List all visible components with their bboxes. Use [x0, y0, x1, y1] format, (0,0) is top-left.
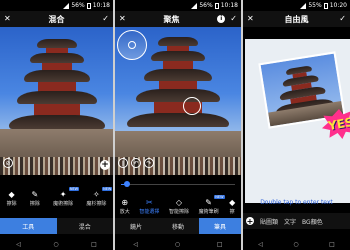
- home-icon[interactable]: ○: [293, 241, 298, 248]
- brush-size-slider[interactable]: [121, 181, 235, 187]
- confirm-check-icon[interactable]: ✓: [230, 15, 237, 23]
- title-bar: ✕ 聚焦 i ✓: [115, 11, 241, 27]
- zoom-preview: [117, 30, 147, 60]
- smart-erase-icon: ◇: [175, 197, 183, 207]
- tool-zoom[interactable]: ⊕ 放大: [120, 197, 130, 216]
- title-bar: ✕ 自由風 ✓: [243, 11, 350, 27]
- smart-select-icon: ✂: [146, 197, 153, 207]
- mix-screen: 56% 10:18 ✕ 混合 ✓ ⊘ + ◆ 擦除 ✎ 擦除 ✦ NEW 魔術擦…: [0, 0, 113, 250]
- new-badge: NEW: [68, 187, 80, 191]
- page-title: 自由風: [284, 14, 309, 24]
- bottom-toolbar: + 貼圖類 文字 BG顏色: [243, 213, 350, 229]
- close-icon[interactable]: ✕: [4, 15, 11, 23]
- tool-magic-brush[interactable]: ✧ NEW 魔杉擦除: [86, 187, 113, 207]
- battery-icon: [86, 2, 91, 9]
- magic-brush-icon: ✎: [205, 197, 212, 207]
- confirm-check-icon[interactable]: ✓: [102, 15, 109, 23]
- focus-screen: 56% 10:18 ✕ 聚焦 i ✓ ∥ ↶ ↷ ⊕ 放大 ✂ 智能選擇 ◇ 智…: [115, 0, 241, 250]
- clock: 10:18: [220, 2, 238, 9]
- tool-eraser[interactable]: ◆ 擦除: [7, 189, 17, 208]
- tab-move[interactable]: 移動: [157, 218, 199, 234]
- recent-apps-icon[interactable]: □: [217, 241, 223, 248]
- text-tool[interactable]: 文字: [284, 217, 296, 226]
- tool-row: ◆ 擦除 ✎ 擦除 ✦ NEW 魔術擦除 ✧ NEW 魔杉擦除: [0, 187, 113, 208]
- status-bar: 56% 10:18: [0, 0, 113, 11]
- freestyle-screen: 55% 10:20 ✕ 自由風 ✓ YES Double tap to ente…: [243, 0, 350, 250]
- page-title: 聚焦: [163, 14, 180, 24]
- add-icon[interactable]: +: [246, 217, 254, 226]
- tab-tools[interactable]: 工具: [0, 218, 57, 234]
- back-icon[interactable]: ◁: [16, 241, 21, 248]
- back-icon[interactable]: ◁: [258, 241, 263, 248]
- status-bar: 56% 10:18: [115, 0, 241, 11]
- tool-row: ⊕ 放大 ✂ 智能選擇 ◇ 智能擦除 ✎ NEW 魔術筆刷 ◆ 擦: [115, 195, 241, 216]
- new-badge: NEW: [214, 195, 225, 199]
- collage-canvas[interactable]: YES Double tap to enter text: [243, 27, 350, 207]
- tab-brush-tools[interactable]: 筆具: [199, 218, 241, 234]
- brush-icon: ✎: [31, 189, 39, 199]
- canvas-controls: ∥ ↶ ↷: [118, 158, 154, 168]
- signal-icon: [191, 2, 198, 9]
- tab-bar: 鏡片 移動 筆具: [115, 218, 241, 234]
- close-icon[interactable]: ✕: [119, 15, 126, 23]
- page-title: 混合: [48, 14, 65, 24]
- text-hint: Double tap to enter text: [260, 199, 333, 206]
- info-icon[interactable]: i: [217, 15, 226, 23]
- status-bar: 55% 10:20: [243, 0, 350, 11]
- eraser-icon: ◆: [8, 189, 15, 199]
- battery-icon: [323, 2, 328, 9]
- focus-point[interactable]: [183, 97, 201, 115]
- zoom-icon: ⊕: [121, 197, 129, 207]
- compare-icon[interactable]: ⊘: [3, 158, 13, 168]
- new-badge: NEW: [102, 187, 113, 191]
- battery-percent: 56%: [71, 2, 85, 9]
- clock: 10:20: [329, 2, 347, 9]
- battery-percent: 55%: [308, 2, 322, 9]
- tab-lens[interactable]: 鏡片: [115, 218, 157, 234]
- recent-apps-icon[interactable]: □: [329, 241, 335, 248]
- undo-icon[interactable]: ↶: [131, 158, 141, 168]
- confirm-check-icon[interactable]: ✓: [339, 15, 346, 23]
- close-icon[interactable]: ✕: [247, 15, 254, 23]
- sticker-category[interactable]: 貼圖類: [260, 217, 278, 226]
- tool-smart-select[interactable]: ✂ 智能選擇: [139, 197, 159, 216]
- home-icon[interactable]: ○: [53, 241, 58, 248]
- redo-icon[interactable]: ↷: [144, 158, 154, 168]
- add-icon[interactable]: +: [100, 160, 110, 170]
- recent-apps-icon[interactable]: □: [91, 241, 97, 248]
- tool-magic-brush[interactable]: ✎ NEW 魔術筆刷: [199, 195, 225, 215]
- home-icon[interactable]: ○: [175, 241, 180, 248]
- tool-magic-eraser[interactable]: ✦ NEW 魔術擦除: [53, 187, 80, 207]
- clock: 10:18: [92, 2, 110, 9]
- tool-smart-erase[interactable]: ◇ 智能擦除: [169, 197, 189, 216]
- system-nav-bar: ◁ ○ □: [0, 239, 113, 250]
- eraser-icon: ◆: [229, 197, 236, 207]
- photo-canvas[interactable]: [0, 27, 113, 175]
- battery-icon: [214, 2, 219, 9]
- bg-color-tool[interactable]: BG顏色: [302, 217, 323, 226]
- tab-blend[interactable]: 混合: [56, 218, 113, 234]
- system-nav-bar: ◁ ○ □: [243, 239, 350, 250]
- battery-percent: 56%: [199, 2, 213, 9]
- signal-icon: [63, 2, 70, 9]
- system-nav-bar: ◁ ○ □: [115, 239, 241, 250]
- title-bar: ✕ 混合 ✓: [0, 11, 113, 27]
- magic-brush-icon: ✧: [93, 189, 100, 199]
- pause-icon[interactable]: ∥: [118, 158, 128, 168]
- tool-eraser[interactable]: ◆ 擦: [228, 197, 236, 216]
- tab-bar: 工具 混合: [0, 218, 113, 234]
- tool-brush[interactable]: ✎ 擦除: [30, 189, 40, 208]
- magic-eraser-icon: ✦: [59, 189, 67, 199]
- yes-sticker[interactable]: YES: [322, 109, 350, 139]
- signal-icon: [300, 2, 307, 9]
- back-icon[interactable]: ◁: [133, 241, 138, 248]
